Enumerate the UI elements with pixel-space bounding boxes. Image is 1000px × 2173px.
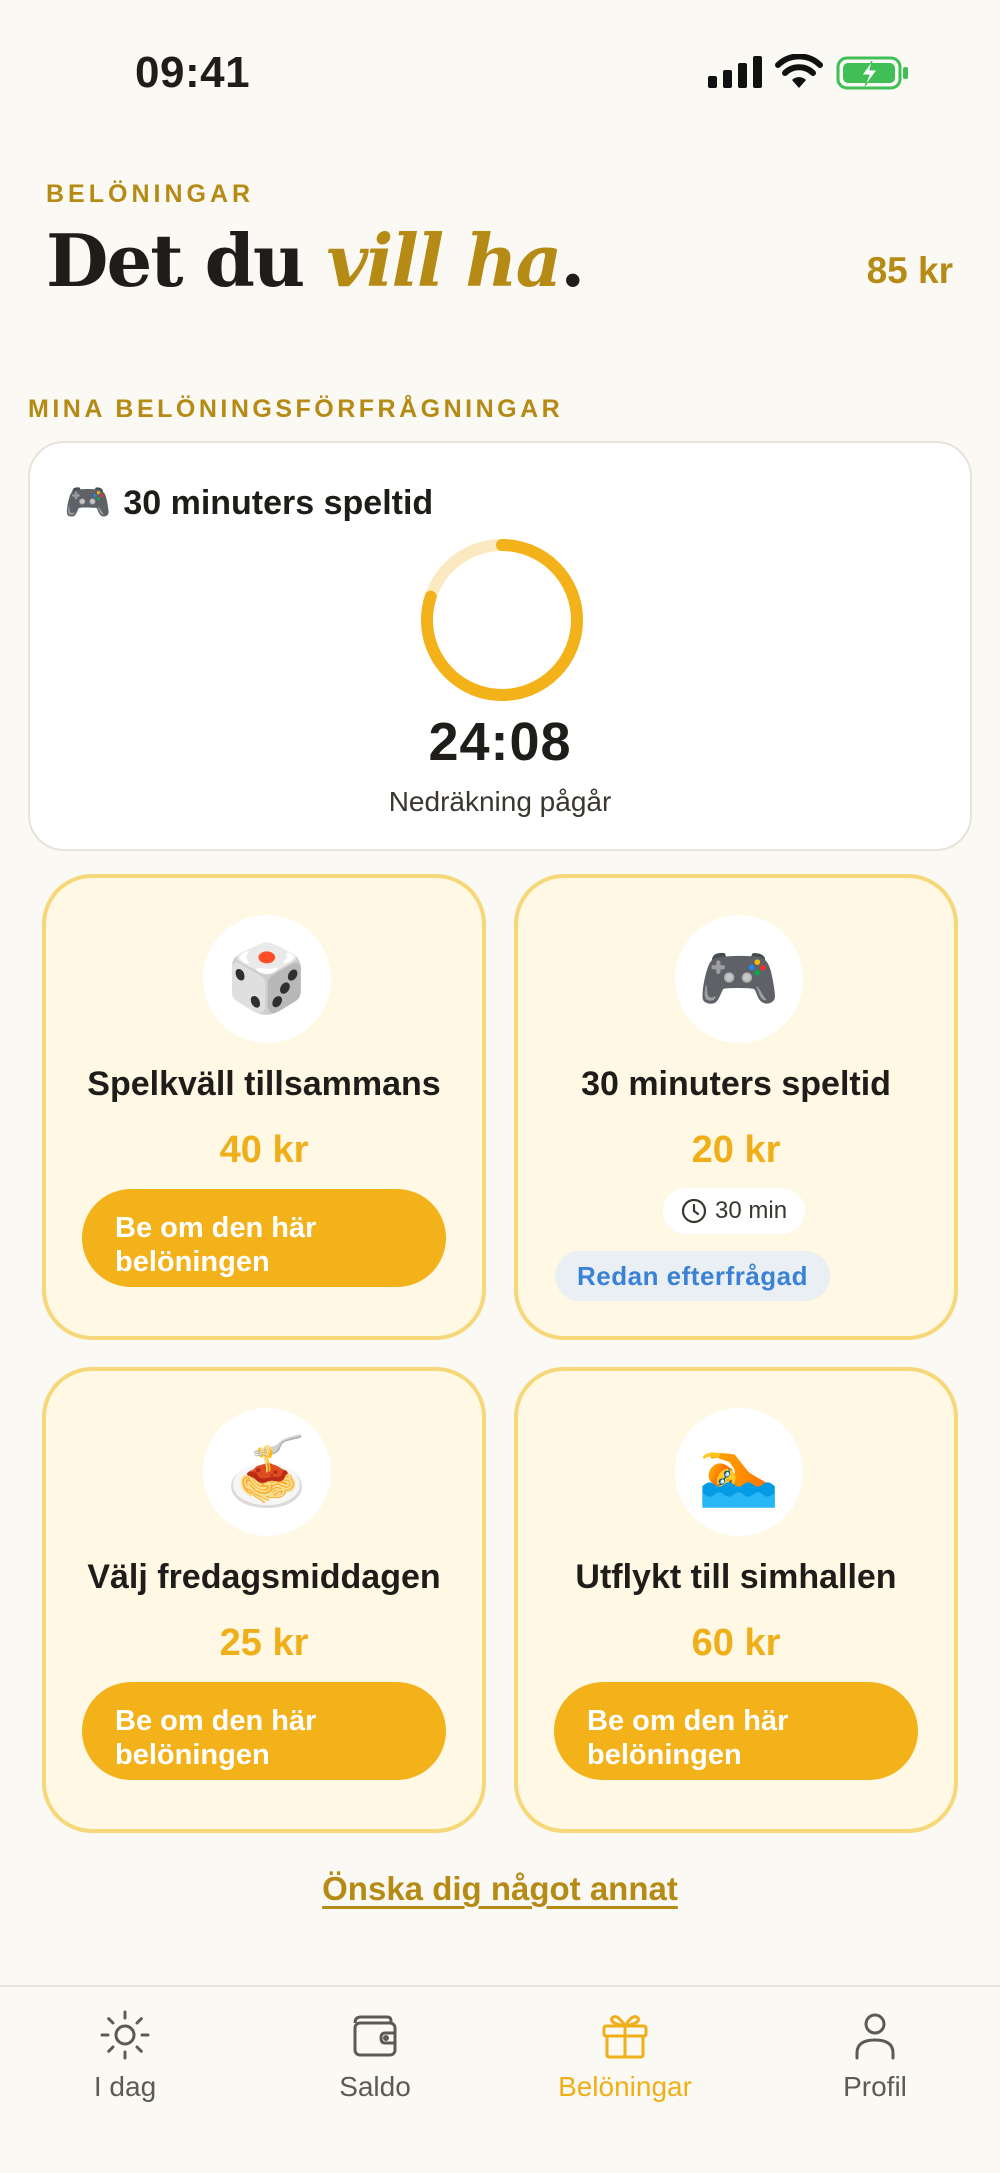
page-eyebrow: BELÖNINGAR [46, 180, 255, 208]
tab-label: Belöningar [558, 2071, 692, 2102]
tab-label: I dag [93, 2071, 157, 2102]
sun-icon [0, 2005, 250, 2065]
reward-price: 25 kr [219, 1622, 309, 1664]
countdown-ring [421, 539, 583, 701]
balance-amount: 85 kr [866, 250, 953, 291]
tab-today[interactable]: I dag [0, 2005, 250, 2103]
wifi-icon [775, 54, 823, 88]
reward-name: Välj fredagsmiddagen [87, 1558, 441, 1596]
requests-section-label: MINA BELÖNINGSFÖRFRÅGNINGAR [28, 395, 564, 423]
wallet-icon [250, 2005, 500, 2065]
reward-price: 20 kr [691, 1129, 781, 1171]
tab-label: Saldo [339, 2071, 411, 2102]
cellular-signal-icon [708, 56, 762, 88]
reward-price: 60 kr [691, 1622, 781, 1664]
clock: 09:41 [135, 48, 251, 97]
tab-rewards[interactable]: Belöningar [500, 2005, 750, 2103]
game-controller-icon: 🎮 [675, 915, 803, 1043]
request-reward-button[interactable]: Be om den här belöningen [82, 1682, 446, 1780]
reward-price: 40 kr [219, 1129, 309, 1171]
gift-icon [500, 2005, 750, 2065]
person-icon [750, 2005, 1000, 2065]
reward-card-friday-dinner[interactable]: 🍝 Välj fredagsmiddagen 25 kr Be om den h… [42, 1367, 486, 1833]
dice-icon: 🎲 [203, 915, 331, 1043]
wish-something-else-link[interactable]: Önska dig något annat [0, 1870, 1000, 1908]
tab-balance[interactable]: Saldo [250, 2005, 500, 2103]
countdown-status: Nedräkning pågår [388, 786, 612, 817]
title-accent: vill ha [326, 218, 562, 303]
tab-bar: I dag Saldo Belöningar Profil [0, 1985, 1000, 2173]
spaghetti-icon: 🍝 [203, 1408, 331, 1536]
reward-name: 30 minuters speltid [581, 1065, 891, 1103]
title-start: Det du [46, 218, 327, 303]
page-title: Det du vill ha. [46, 218, 585, 303]
reward-card-game-time[interactable]: 🎮 30 minuters speltid 20 kr 30 min Redan… [514, 874, 958, 1340]
request-title-text: 30 minuters speltid [123, 483, 434, 522]
reward-name: Utflykt till simhallen [575, 1558, 897, 1596]
reward-card-swimming-trip[interactable]: 🏊 Utflykt till simhallen 60 kr Be om den… [514, 1367, 958, 1833]
swimmer-icon: 🏊 [675, 1408, 803, 1536]
title-end: . [560, 218, 585, 303]
reward-card-game-night[interactable]: 🎲 Spelkväll tillsammans 40 kr Be om den … [42, 874, 486, 1340]
tab-profile[interactable]: Profil [750, 2005, 1000, 2103]
duration-text: 30 min [715, 1197, 788, 1224]
duration-badge: 30 min [663, 1188, 806, 1234]
request-reward-button[interactable]: Be om den här belöningen [554, 1682, 918, 1780]
status-bar: 09:41 [0, 0, 1000, 140]
request-title: 🎮 30 minuters speltid [64, 481, 433, 525]
countdown-time: 24:08 [428, 712, 572, 772]
active-request-card[interactable]: 🎮 30 minuters speltid 24:08 Nedräkning p… [28, 441, 972, 851]
request-reward-button[interactable]: Be om den här belöningen [82, 1189, 446, 1287]
reward-name: Spelkväll tillsammans [87, 1065, 441, 1103]
battery-charging-icon [836, 56, 908, 90]
clock-icon [681, 1198, 707, 1224]
game-controller-icon: 🎮 [64, 482, 112, 524]
tab-label: Profil [843, 2071, 907, 2102]
already-requested-badge: Redan efterfrågad [555, 1251, 830, 1301]
